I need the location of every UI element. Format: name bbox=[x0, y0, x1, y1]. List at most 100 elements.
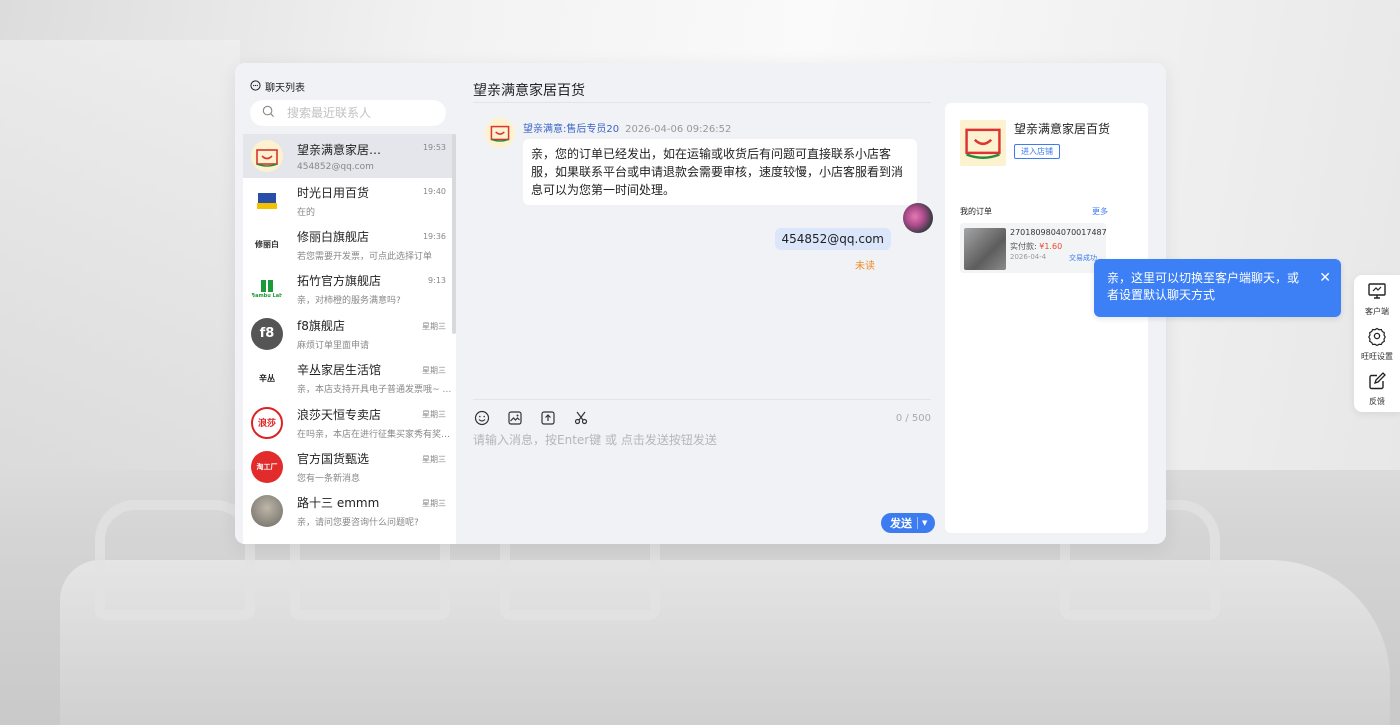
orders-more-link[interactable]: 更多 bbox=[1092, 206, 1108, 217]
background-window bbox=[0, 40, 240, 470]
divider bbox=[473, 102, 931, 103]
contact-last-message: 亲，对柿橙的服务满意吗? bbox=[297, 296, 401, 307]
order-price: ¥1.60 bbox=[1039, 242, 1063, 251]
message-bubble: 454852@qq.com bbox=[774, 228, 891, 250]
conversation-panel: 望亲满意家居百货 望亲满意:售后专员20 2026-04-06 09:26:52 … bbox=[456, 63, 945, 544]
contact-time: 19:53 bbox=[422, 143, 446, 152]
order-paid: 实付款: ¥1.60 bbox=[1010, 241, 1062, 252]
contact-item[interactable]: 辛丛 辛丛家居生活馆亲，本店支持开具电子普通发票哦~ … 星期三 bbox=[243, 356, 456, 400]
divider bbox=[917, 517, 918, 529]
shop-logo bbox=[960, 120, 1006, 166]
client-switch-tooltip: 亲，这里可以切换至客户端聊天，或者设置默认聊天方式 ✕ bbox=[1094, 259, 1341, 317]
chat-list-panel: 聊天列表 望亲满意家居… 454852@qq.com 19:53 时光日用百货在的 bbox=[235, 63, 456, 544]
contact-list: 望亲满意家居… 454852@qq.com 19:53 时光日用百货 在的 19:4… bbox=[243, 134, 456, 544]
send-label: 发送 bbox=[890, 517, 912, 530]
contact-item[interactable]: 修丽白 修丽白旗舰店 若您需要开发票，可点此选择订单 19:36 bbox=[243, 223, 456, 267]
order-id: 2701809804070017487 bbox=[1010, 228, 1107, 237]
contact-item[interactable]: 时光日用百货 在的 19:40 bbox=[243, 178, 456, 222]
contact-time: 9:13 bbox=[428, 276, 446, 286]
send-options-chevron-down-icon[interactable]: ▼ bbox=[922, 519, 927, 527]
contact-name: 修丽白旗舰店 bbox=[297, 229, 370, 244]
shop-avatar-text: 修丽白 bbox=[255, 240, 279, 250]
product-thumbnail bbox=[964, 228, 1006, 270]
contact-name: 路十三 emmm bbox=[297, 496, 380, 511]
sender-avatar bbox=[485, 118, 515, 148]
edit-icon bbox=[1367, 371, 1387, 394]
contact-time: 星期三 bbox=[422, 410, 446, 420]
message-input[interactable] bbox=[473, 431, 933, 511]
chat-window: 聊天列表 望亲满意家居… 454852@qq.com 19:53 时光日用百货在的 bbox=[235, 63, 1166, 544]
client-switch-button[interactable]: 客户端 bbox=[1354, 281, 1400, 317]
contact-item[interactable]: f8 f8旗舰店 麻烦订单里面申请 星期三 bbox=[243, 312, 456, 356]
contact-item[interactable]: 路十三 emmm 亲，请问您要咨询什么问题呢? 星期三 bbox=[243, 489, 456, 533]
chat-list-header: 聊天列表 bbox=[250, 79, 305, 94]
gear-icon bbox=[1367, 326, 1387, 349]
user-avatar bbox=[903, 203, 933, 233]
char-counter: 0 / 500 bbox=[895, 413, 931, 424]
search-input[interactable] bbox=[287, 106, 437, 120]
upload-icon[interactable] bbox=[539, 409, 556, 426]
divider bbox=[473, 399, 931, 400]
message-sender: 望亲满意:售后专员20 bbox=[523, 124, 620, 135]
contact-time: 星期三 bbox=[422, 321, 446, 331]
shop-avatar-text: Bambu Lab bbox=[251, 293, 283, 300]
search-box[interactable] bbox=[250, 100, 446, 126]
shop-avatar: 修丽白 bbox=[251, 228, 283, 261]
order-date: 2026-04-4 bbox=[1010, 253, 1047, 261]
order-card[interactable]: 2701809804070017487 实付款: ¥1.60 2026-04-4… bbox=[960, 223, 1107, 273]
shop-avatar: 辛丛 bbox=[251, 362, 283, 395]
wangwang-settings-button[interactable]: 旺旺设置 bbox=[1354, 326, 1400, 362]
shop-avatar: 淘工厂 bbox=[251, 450, 283, 483]
send-button[interactable]: 发送 ▼ bbox=[881, 513, 935, 533]
message-meta: 望亲满意:售后专员20 2026-04-06 09:26:52 bbox=[523, 120, 731, 135]
contact-last-message: 454852@qq.com bbox=[297, 161, 374, 172]
contact-last-message: 亲，请问您要咨询什么问题呢? bbox=[297, 518, 419, 529]
close-icon[interactable]: ✕ bbox=[1319, 271, 1331, 285]
tooltip-text: 亲，这里可以切换至客户端聊天，或者设置默认聊天方式 bbox=[1107, 271, 1300, 302]
monitor-icon bbox=[1367, 281, 1387, 304]
contact-time: 星期三 bbox=[422, 454, 446, 464]
contact-name: f8旗舰店 bbox=[297, 318, 345, 333]
user-avatar bbox=[251, 495, 283, 528]
shop-avatar: f8 bbox=[251, 317, 283, 350]
contact-item[interactable]: 淘工厂 官方国货甄选您有一条新消息 星期三 bbox=[243, 445, 456, 489]
feedback-button[interactable]: 反馈 bbox=[1354, 371, 1400, 407]
contact-time: 19:36 bbox=[422, 231, 446, 241]
emoji-icon[interactable] bbox=[473, 409, 490, 426]
shop-info-panel: 望亲满意家居百货 进入店铺 我的订单 更多 270180980407001748… bbox=[945, 103, 1148, 533]
contact-item[interactable]: 望亲满意家居… 454852@qq.com 19:53 bbox=[243, 134, 456, 179]
background-chair bbox=[95, 500, 255, 620]
shop-avatar-text: 辛丛 bbox=[259, 373, 275, 383]
shop-avatar-text: 淘工厂 bbox=[256, 462, 278, 471]
shop-avatar bbox=[251, 140, 283, 173]
search-icon bbox=[262, 105, 275, 121]
contact-name: 望亲满意家居… bbox=[297, 142, 382, 157]
shop-avatar-text: 浪莎 bbox=[257, 419, 276, 430]
order-status: 交易成功 bbox=[1069, 254, 1097, 262]
composer-toolbar bbox=[473, 409, 589, 426]
read-status: 未读 bbox=[855, 261, 875, 272]
message-bubble: 亲，您的订单已经发出，如在运输或收货后有问题可直接联系小店客服，如果联系平台或申… bbox=[523, 139, 917, 205]
enter-shop-button[interactable]: 进入店铺 bbox=[1014, 144, 1060, 159]
contact-name: 辛丛家居生活馆 bbox=[297, 363, 382, 378]
contact-time: 星期三 bbox=[422, 365, 446, 375]
shop-avatar-text: f8 bbox=[259, 326, 275, 342]
contact-item[interactable]: 浪莎 浪莎天恒专卖店 在吗亲，本店在进行征集买家秀有奖… 星期三 bbox=[243, 400, 456, 444]
contact-item[interactable]: Bambu Lab 拓竹官方旗舰店亲，对柿橙的服务满意吗? 9:13 bbox=[243, 267, 456, 311]
contact-name: 官方国货甄选 bbox=[297, 451, 370, 466]
conversation-title: 望亲满意家居百货 bbox=[473, 83, 585, 99]
shop-name: 望亲满意家居百货 bbox=[1014, 122, 1111, 136]
contact-name: 浪莎天恒专卖店 bbox=[297, 407, 382, 422]
shop-avatar bbox=[251, 184, 283, 217]
side-item-label: 客户端 bbox=[1365, 307, 1389, 316]
scissors-icon[interactable] bbox=[572, 409, 589, 426]
contact-last-message: 您有一条新消息 bbox=[297, 473, 361, 484]
side-toolbar: 客户端 旺旺设置 反馈 bbox=[1354, 275, 1400, 412]
image-icon[interactable] bbox=[506, 409, 523, 426]
side-item-label: 旺旺设置 bbox=[1361, 352, 1393, 361]
contact-name: 拓竹官方旗舰店 bbox=[297, 274, 382, 289]
shop-avatar: 浪莎 bbox=[251, 406, 283, 439]
orders-title: 我的订单 bbox=[960, 207, 992, 216]
contact-last-message: 亲，本店支持开具电子普通发票哦~ … bbox=[297, 385, 452, 396]
message-timestamp: 2026-04-06 09:26:52 bbox=[625, 124, 732, 135]
